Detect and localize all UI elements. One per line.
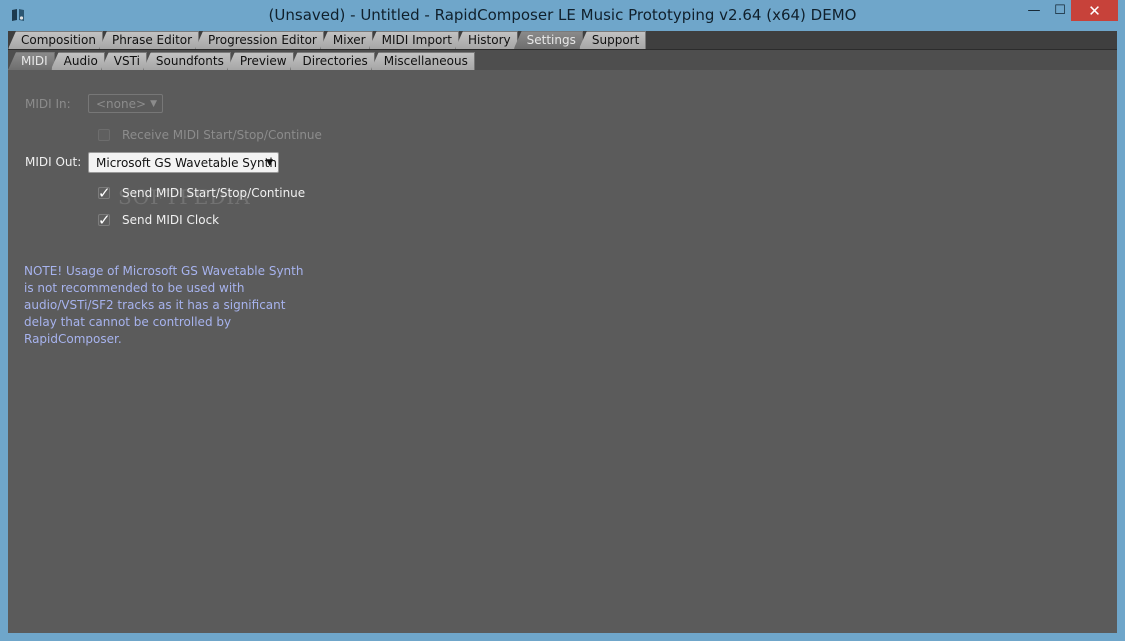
midi-out-dropdown[interactable]: Microsoft GS Wavetable Synth ▼: [88, 152, 279, 173]
subtab-preview[interactable]: Preview: [226, 52, 294, 70]
main-tab-bar: Composition Phrase Editor Progression Ed…: [8, 31, 1117, 49]
receive-start-stop-label: Receive MIDI Start/Stop/Continue: [122, 128, 322, 142]
tab-mixer[interactable]: Mixer: [319, 31, 373, 49]
client-area: Composition Phrase Editor Progression Ed…: [8, 31, 1117, 633]
midi-settings-panel: MIDI In: <none> ▼ Receive MIDI Start/Sto…: [8, 69, 1117, 633]
close-button[interactable]: ✕: [1071, 0, 1118, 21]
tab-progression-editor[interactable]: Progression Editor: [195, 31, 324, 49]
chevron-down-icon: ▼: [266, 158, 273, 168]
send-clock-label: Send MIDI Clock: [122, 213, 220, 227]
receive-start-stop-checkbox[interactable]: [98, 129, 110, 141]
subtab-audio[interactable]: Audio: [50, 52, 105, 70]
tab-history[interactable]: History: [454, 31, 518, 49]
send-start-stop-label: Send MIDI Start/Stop/Continue: [122, 186, 306, 200]
window-title: (Unsaved) - Untitled - RapidComposer LE …: [268, 6, 857, 24]
subtab-midi[interactable]: MIDI: [8, 52, 55, 70]
chevron-down-icon: ▼: [150, 99, 157, 109]
subtab-soundfonts[interactable]: Soundfonts: [142, 52, 231, 70]
midi-in-label: MIDI In:: [25, 97, 71, 111]
midi-out-label: MIDI Out:: [25, 155, 82, 169]
midi-in-dropdown[interactable]: <none> ▼: [88, 94, 163, 113]
midi-in-value: <none>: [96, 97, 147, 111]
title-bar[interactable]: (Unsaved) - Untitled - RapidComposer LE …: [0, 0, 1125, 31]
midi-out-value: Microsoft GS Wavetable Synth: [96, 156, 277, 170]
app-window: (Unsaved) - Untitled - RapidComposer LE …: [0, 0, 1125, 641]
checkmark-icon: ✓: [98, 211, 111, 229]
tab-composition[interactable]: Composition: [8, 31, 103, 49]
checkmark-icon: ✓: [98, 184, 111, 202]
tab-midi-import[interactable]: MIDI Import: [368, 31, 459, 49]
tab-phrase-editor[interactable]: Phrase Editor: [98, 31, 200, 49]
tab-settings[interactable]: Settings: [513, 31, 583, 49]
settings-subtab-bar: MIDI Audio VSTi Soundfonts Preview Direc…: [8, 49, 1117, 70]
tab-support[interactable]: Support: [578, 31, 647, 49]
midi-latency-note: NOTE! Usage of Microsoft GS Wavetable Sy…: [24, 264, 304, 346]
subtab-vsti[interactable]: VSTi: [100, 52, 147, 70]
subtab-directories[interactable]: Directories: [289, 52, 375, 70]
subtab-miscellaneous[interactable]: Miscellaneous: [370, 52, 475, 70]
